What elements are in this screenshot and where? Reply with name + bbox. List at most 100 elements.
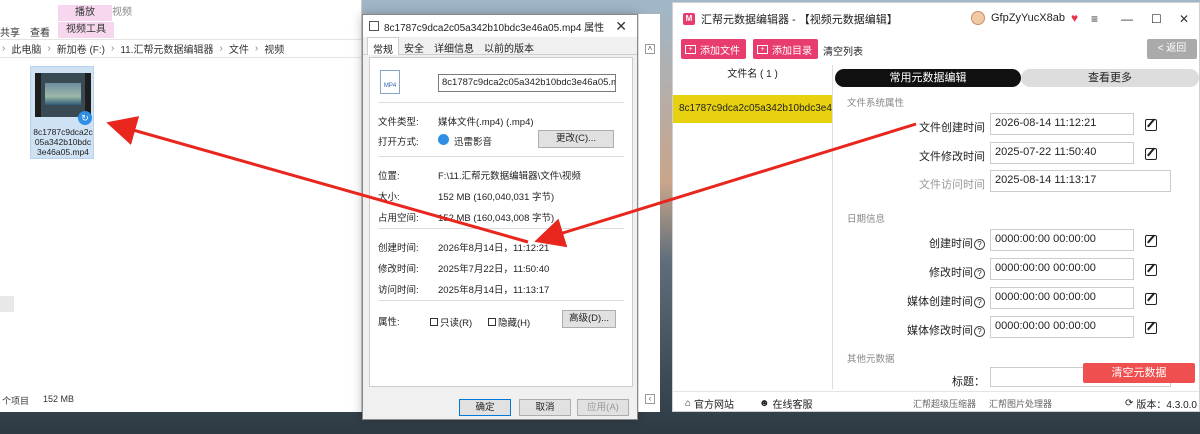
- user-profile[interactable]: GfpZyYucX8ab ♥: [971, 11, 1078, 25]
- refresh-icon: ⟳: [1125, 398, 1134, 409]
- fs-created-input[interactable]: 2026-08-14 11:12:21: [990, 113, 1134, 135]
- explorer-ribbon: 播放 视频 共享 查看 视频工具: [0, 0, 361, 40]
- window-title-fragment: 视频: [112, 7, 132, 18]
- created-label: 创建时间?: [929, 235, 985, 251]
- breadcrumb-item-video[interactable]: 视频: [264, 41, 284, 56]
- add-file-label: 添加文件: [700, 45, 740, 57]
- vip-heart-icon: ♥: [1071, 11, 1079, 25]
- readonly-checkbox[interactable]: 只读(R): [430, 315, 472, 329]
- support-agent-icon: ☻: [759, 398, 770, 409]
- edit-icon[interactable]: [1145, 322, 1157, 334]
- tab-common-metadata[interactable]: 常用元数据编辑: [835, 69, 1021, 87]
- created-input[interactable]: 0000:00:00 00:00:00: [990, 229, 1134, 251]
- official-website-link[interactable]: ⌂ 官方网站: [685, 396, 734, 411]
- section-other-metadata: 其他元数据: [847, 354, 895, 365]
- avatar[interactable]: [971, 11, 985, 25]
- fs-modified-input[interactable]: 2025-07-22 11:50:40: [990, 142, 1134, 164]
- file-icon: [369, 21, 379, 31]
- edit-icon[interactable]: [1145, 235, 1157, 247]
- online-support-link[interactable]: ☻ 在线客服: [759, 396, 813, 411]
- help-icon[interactable]: ?: [974, 267, 985, 279]
- app-footer: ⌂ 官方网站 ☻ 在线客服 汇帮超级压缩器 汇帮图片处理器 ⟳ 版本：4.3.0…: [673, 391, 1199, 411]
- breadcrumb-separator: ›: [2, 43, 6, 54]
- media-modified-input[interactable]: 0000:00:00 00:00:00: [990, 316, 1134, 338]
- back-button[interactable]: < 返回: [1147, 39, 1197, 59]
- online-support-label: 在线客服: [772, 400, 813, 411]
- file-explorer-window: 播放 视频 共享 查看 视频工具 › 此电脑 › 新加卷 (F:) › 11.汇…: [0, 0, 362, 412]
- app-title: 汇帮元数据编辑器 - 【视频元数据编辑】: [701, 14, 898, 26]
- modified-input[interactable]: 0000:00:00 00:00:00: [990, 258, 1134, 280]
- edit-icon[interactable]: [1145, 148, 1157, 160]
- minimize-icon[interactable]: —: [1121, 12, 1133, 26]
- file-list-header: 文件名 ( 1 ): [727, 69, 778, 80]
- breadcrumb-item-this-pc[interactable]: 此电脑: [11, 41, 41, 56]
- checkbox-box[interactable]: [430, 318, 438, 326]
- size-value: 152 MB (160,040,031 字节): [438, 192, 555, 203]
- created-time-label: 创建时间:: [378, 243, 419, 254]
- section-date-info: 日期信息: [847, 214, 886, 225]
- file-item-mp4[interactable]: ↻ 8c1787c9dca2c 05a342b10bdc 3e46a05.mp4: [30, 66, 94, 159]
- checkbox-box[interactable]: [488, 318, 496, 326]
- change-button[interactable]: 更改(C)...: [538, 130, 614, 148]
- hidden-label: 隐藏(H): [498, 318, 531, 329]
- file-type-value: 媒体文件(.mp4) (.mp4): [438, 117, 534, 128]
- tab-view-more[interactable]: 查看更多: [1021, 69, 1199, 87]
- file-list-panel: 文件名 ( 1 ) 8c1787c9dca2c05a342b10bdc3e46a…: [673, 65, 833, 389]
- cancel-button[interactable]: 取消: [519, 399, 571, 416]
- scroll-left-icon[interactable]: ‹: [645, 394, 655, 404]
- maximize-icon[interactable]: ☐: [1151, 12, 1162, 26]
- help-icon[interactable]: ?: [974, 325, 985, 337]
- apply-button[interactable]: 应用(A): [577, 399, 629, 416]
- file-name-field[interactable]: 8c1787c9dca2c05a342b10bdc3e46a05.mp4: [438, 74, 616, 92]
- contextual-tab-header[interactable]: 播放: [58, 5, 112, 21]
- media-created-input[interactable]: 0000:00:00 00:00:00: [990, 287, 1134, 309]
- close-icon[interactable]: ✕: [615, 18, 627, 35]
- breadcrumb-item-app-folder[interactable]: 11.汇帮元数据编辑器: [120, 41, 213, 56]
- help-icon[interactable]: ?: [974, 238, 985, 250]
- help-icon[interactable]: ?: [974, 296, 985, 308]
- ribbon-tab-view[interactable]: 查看: [30, 24, 50, 39]
- divider: [378, 156, 624, 157]
- file-list-item[interactable]: 8c1787c9dca2c05a342b10bdc3e46a05.mp4: [673, 95, 832, 123]
- ok-button[interactable]: 确定: [459, 399, 511, 416]
- tab-general[interactable]: 常规: [367, 37, 399, 56]
- advanced-button[interactable]: 高级(D)...: [562, 310, 616, 328]
- scroll-up-icon[interactable]: ˄: [645, 44, 655, 54]
- status-bar: 个项目 152 MB: [0, 394, 362, 408]
- app-title-bar: M 汇帮元数据编辑器 - 【视频元数据编辑】 GfpZyYucX8ab ♥ ≡ …: [673, 3, 1199, 35]
- nav-pane-edge: [0, 296, 14, 312]
- close-icon[interactable]: ✕: [1179, 12, 1189, 26]
- add-file-button[interactable]: + 添加文件: [681, 39, 746, 59]
- address-bar-breadcrumb[interactable]: › 此电脑 › 新加卷 (F:) › 11.汇帮元数据编辑器 › 文件 › 视频: [0, 40, 361, 58]
- clear-list-button[interactable]: 清空列表: [823, 43, 863, 58]
- metadata-editor-window: M 汇帮元数据编辑器 - 【视频元数据编辑】 GfpZyYucX8ab ♥ ≡ …: [672, 2, 1200, 412]
- version-info[interactable]: ⟳ 版本：4.3.0.0: [1125, 396, 1197, 411]
- ribbon-tab-video-tools[interactable]: 视频工具: [58, 22, 114, 38]
- attributes-label: 属性:: [378, 317, 400, 328]
- add-directory-button[interactable]: + 添加目录: [753, 39, 818, 59]
- divider: [378, 228, 624, 229]
- breadcrumb-item-drive[interactable]: 新加卷 (F:): [57, 41, 105, 56]
- compressor-link[interactable]: 汇帮超级压缩器: [913, 397, 976, 410]
- location-label: 位置:: [378, 171, 400, 182]
- breadcrumb-item-files[interactable]: 文件: [229, 41, 249, 56]
- created-label-text: 创建时间: [929, 238, 973, 250]
- dialog-title-bar: 8c1787c9dca2c05a342b10bdc3e46a05.mp4 属性 …: [363, 15, 637, 37]
- image-processor-link[interactable]: 汇帮图片处理器: [989, 397, 1052, 410]
- clear-metadata-button[interactable]: 清空元数据: [1083, 363, 1195, 383]
- edit-icon[interactable]: [1145, 119, 1157, 131]
- location-value: F:\11.汇帮元数据编辑器\文件\视频: [438, 171, 581, 182]
- edit-icon[interactable]: [1145, 264, 1157, 276]
- username[interactable]: GfpZyYucX8ab: [991, 12, 1065, 24]
- tab-previous-versions[interactable]: 以前的版本: [479, 37, 539, 55]
- menu-icon[interactable]: ≡: [1091, 12, 1098, 26]
- tab-details[interactable]: 详细信息: [429, 37, 479, 55]
- ribbon-tab-share[interactable]: 共享: [0, 24, 20, 39]
- edit-icon[interactable]: [1145, 293, 1157, 305]
- tab-security[interactable]: 安全: [399, 37, 429, 55]
- fs-accessed-input[interactable]: 2025-08-14 11:13:17: [990, 170, 1171, 192]
- hidden-checkbox[interactable]: 隐藏(H): [488, 315, 530, 329]
- file-name-line: 05a342b10bdc: [34, 137, 92, 147]
- player-app-icon: [438, 134, 449, 145]
- explorer-scrollbar[interactable]: ˄ ‹: [638, 14, 660, 412]
